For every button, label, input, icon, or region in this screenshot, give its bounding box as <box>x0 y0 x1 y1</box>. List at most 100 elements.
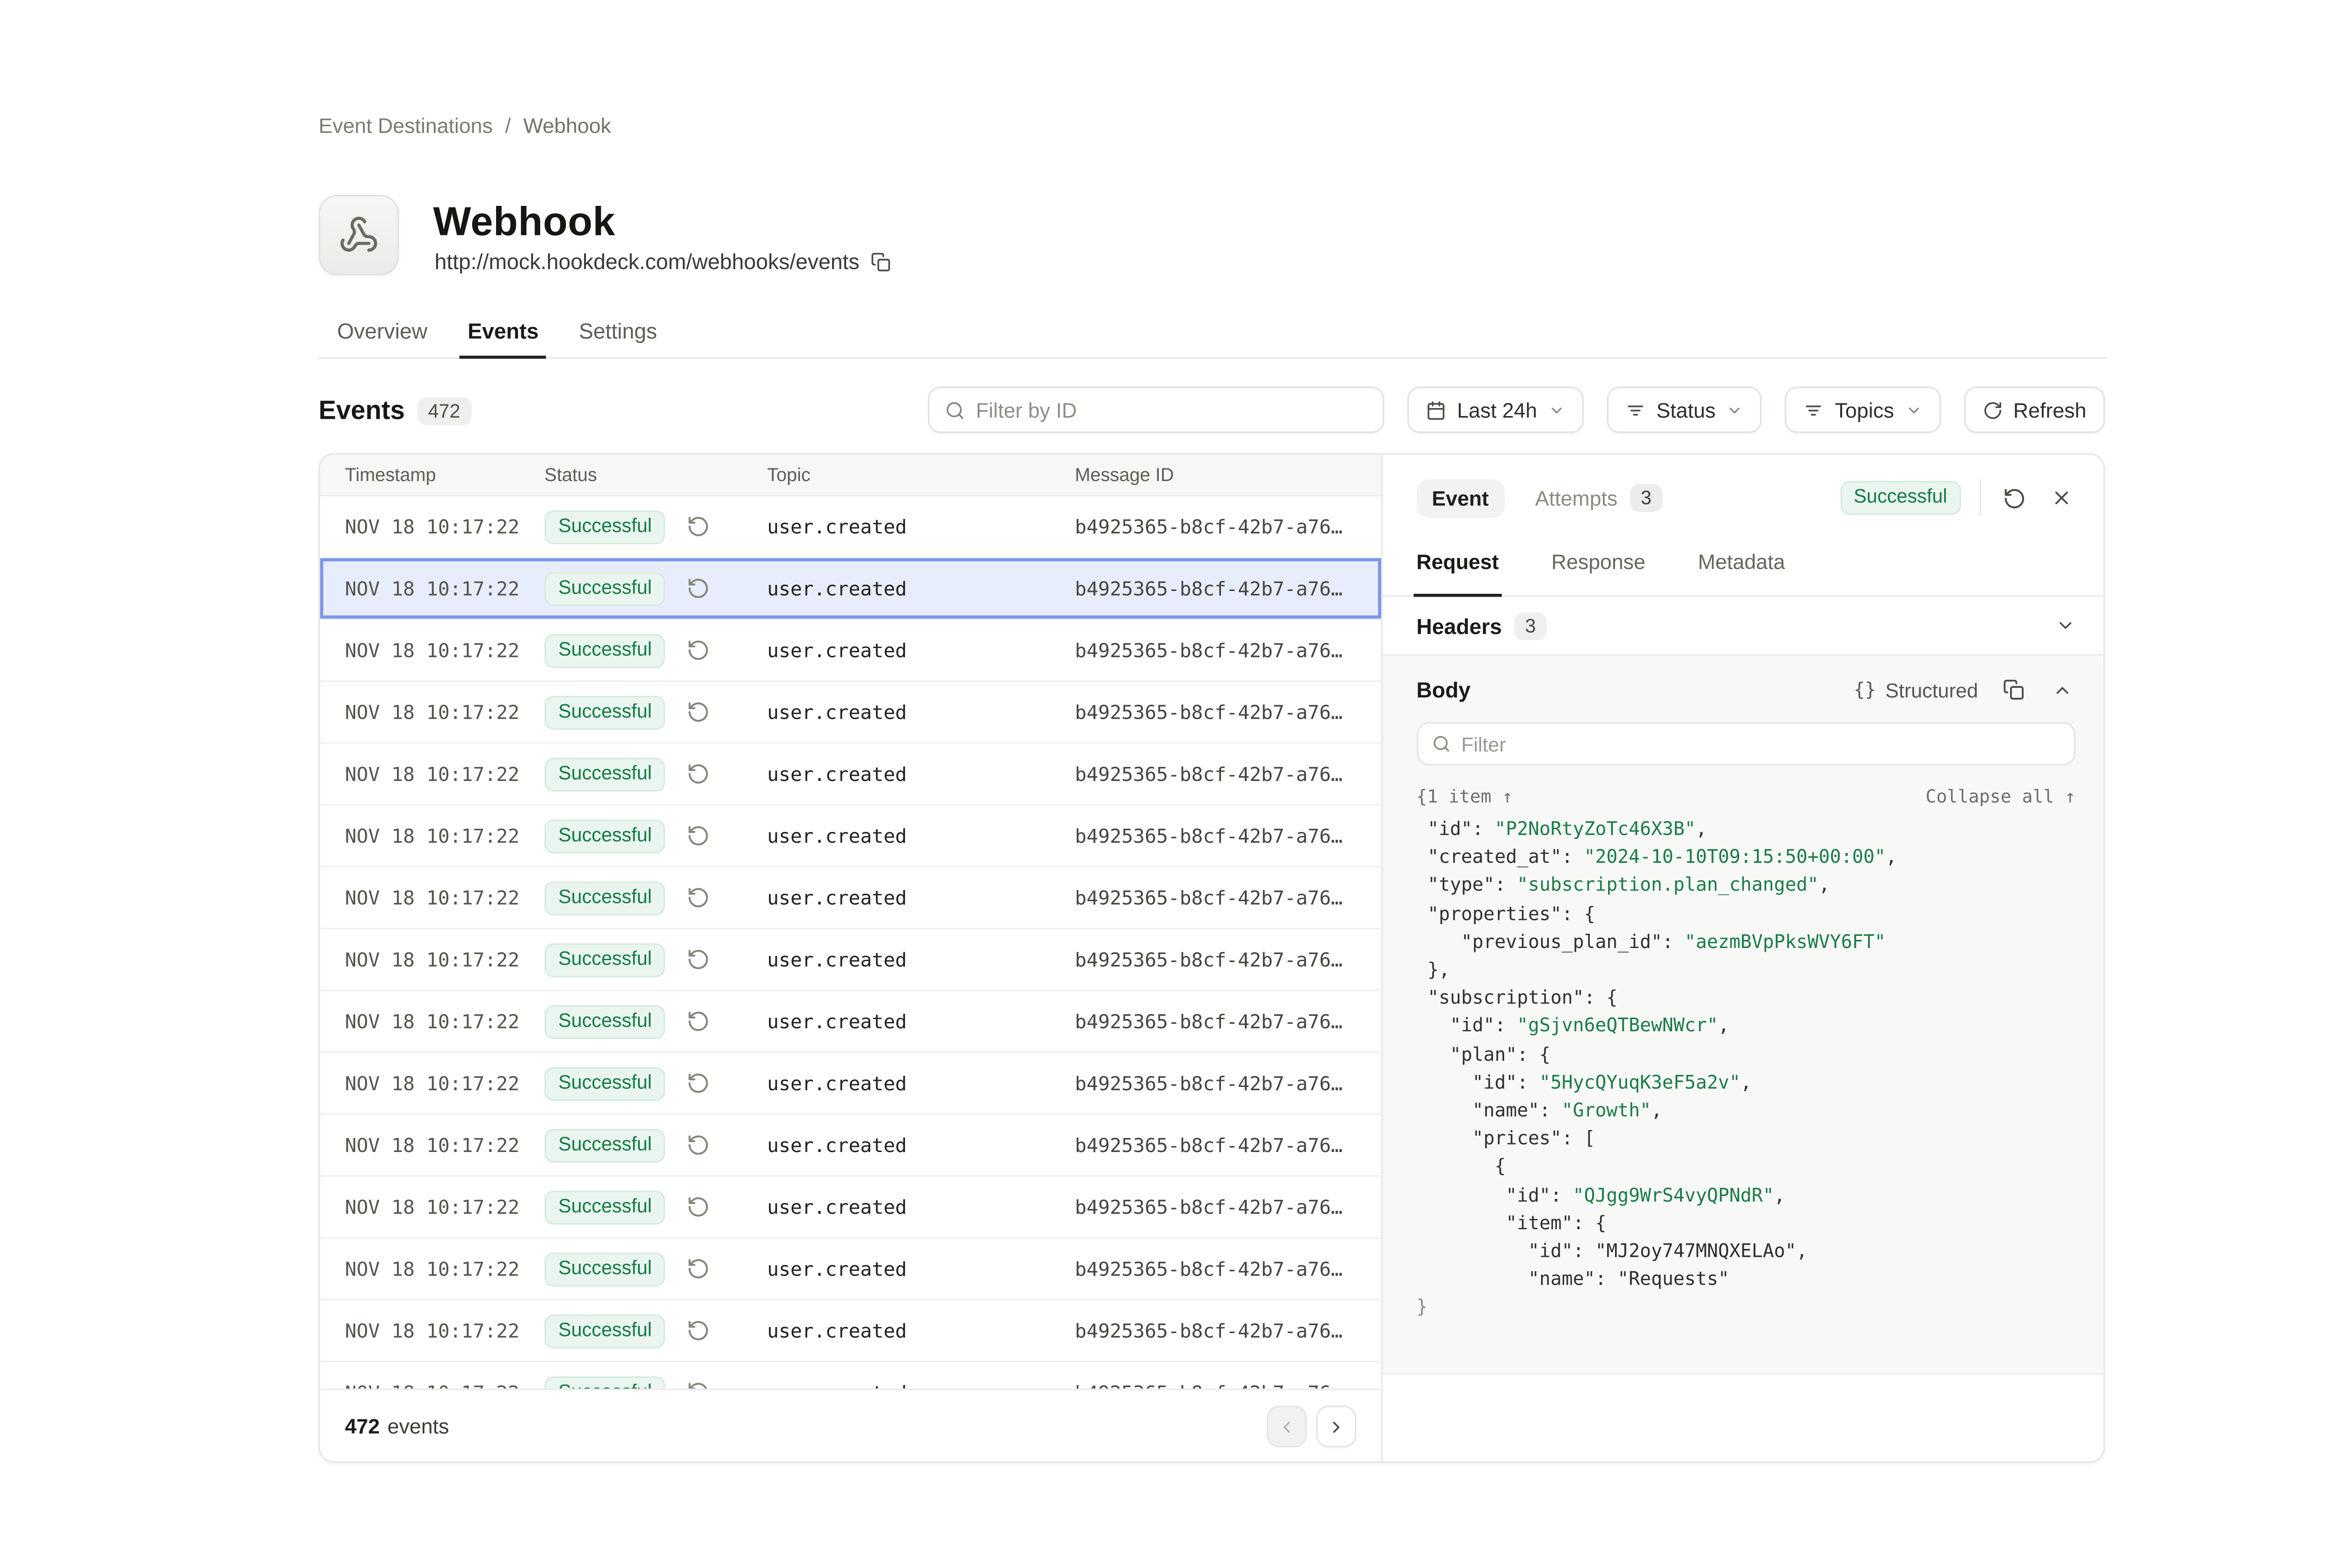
breadcrumb-event-destinations[interactable]: Event Destinations <box>319 115 493 138</box>
search-input[interactable] <box>976 398 1367 422</box>
status-filter-button[interactable]: Status <box>1607 387 1762 433</box>
table-row[interactable]: NOV 18 10:17:22 Successful user.created … <box>320 806 1381 868</box>
tab-request[interactable]: Request <box>1416 550 1499 595</box>
table-row[interactable]: NOV 18 10:17:22 Successful user.created … <box>320 682 1381 744</box>
json-line: "type": "subscription.plan_changed", <box>1416 871 2075 899</box>
table-row[interactable]: NOV 18 10:17:22 Successful user.created … <box>320 991 1381 1053</box>
breadcrumb-separator: / <box>505 115 511 138</box>
table-row[interactable]: NOV 18 10:17:22 Successful user.created … <box>320 1115 1381 1177</box>
events-table: Timestamp Status Topic Message ID NOV 18… <box>320 455 1381 1461</box>
tab-settings[interactable]: Settings <box>559 309 677 357</box>
row-message-id: b4925365-b8cf-42b7-a76… <box>1075 577 1381 600</box>
close-panel-button[interactable] <box>2048 484 2075 511</box>
retry-icon[interactable] <box>687 1257 711 1281</box>
row-timestamp: NOV 18 10:17:22 <box>320 700 544 724</box>
retry-icon[interactable] <box>687 1381 711 1389</box>
json-item-count[interactable]: {1 item ↑ <box>1416 786 1513 807</box>
row-message-id: b4925365-b8cf-42b7-a76… <box>1075 948 1381 971</box>
row-timestamp: NOV 18 10:17:22 <box>320 639 544 662</box>
footer-count-label: events <box>388 1415 449 1438</box>
json-line: } <box>1416 1293 2075 1321</box>
chevron-down-icon[interactable] <box>2055 615 2076 635</box>
retry-icon[interactable] <box>687 515 711 538</box>
table-row[interactable]: NOV 18 10:17:22 Successful user.created … <box>320 929 1381 991</box>
tab-response[interactable]: Response <box>1551 550 1645 595</box>
filter-lines-icon <box>1804 400 1824 420</box>
chevron-up-icon <box>2052 679 2072 700</box>
retry-event-button[interactable] <box>2000 483 2029 513</box>
retry-icon[interactable] <box>687 1319 711 1342</box>
topics-filter-button[interactable]: Topics <box>1785 387 1940 433</box>
status-badge: Successful <box>544 1313 665 1348</box>
retry-icon[interactable] <box>687 700 711 724</box>
tab-events[interactable]: Events <box>447 309 559 357</box>
calendar-icon <box>1426 400 1446 420</box>
row-message-id: b4925365-b8cf-42b7-a76… <box>1075 1010 1381 1033</box>
tab-metadata[interactable]: Metadata <box>1698 550 1785 595</box>
row-status: Successful <box>544 1252 767 1286</box>
tab-overview[interactable]: Overview <box>319 309 447 357</box>
row-status: Successful <box>544 1190 767 1224</box>
headers-label: Headers <box>1416 613 1502 638</box>
row-topic: user.created <box>767 639 1075 662</box>
retry-icon[interactable] <box>687 577 711 600</box>
table-row[interactable]: NOV 18 10:17:22 Successful user.created … <box>320 1177 1381 1239</box>
retry-icon[interactable] <box>687 639 711 662</box>
table-row[interactable]: NOV 18 10:17:22 Successful user.created … <box>320 1053 1381 1115</box>
col-timestamp: Timestamp <box>320 464 544 485</box>
table-row[interactable]: NOV 18 10:17:22 Successful user.created … <box>320 868 1381 929</box>
table-row[interactable]: NOV 18 10:17:22 Successful user.created … <box>320 1300 1381 1362</box>
row-message-id: b4925365-b8cf-42b7-a76… <box>1075 639 1381 662</box>
attempts-view-tab[interactable]: Attempts 3 <box>1535 484 1662 511</box>
body-section: Body {} Structured <box>1382 656 2104 1375</box>
row-timestamp: NOV 18 10:17:22 <box>320 1196 544 1219</box>
time-range-button[interactable]: Last 24h <box>1408 387 1584 433</box>
copy-url-icon[interactable] <box>870 251 891 271</box>
collapse-body-button[interactable] <box>2049 677 2076 703</box>
retry-icon[interactable] <box>687 1010 711 1033</box>
next-page-button[interactable] <box>1316 1406 1356 1447</box>
row-topic: user.created <box>767 1257 1075 1281</box>
retry-icon[interactable] <box>687 1196 711 1219</box>
prev-page-button[interactable] <box>1266 1406 1307 1447</box>
row-topic: user.created <box>767 577 1075 600</box>
webhook-app-icon <box>319 195 399 275</box>
row-message-id: b4925365-b8cf-42b7-a76… <box>1075 1072 1381 1095</box>
body-filter-box[interactable] <box>1416 722 2075 766</box>
event-view-tab[interactable]: Event <box>1416 479 1504 518</box>
retry-icon[interactable] <box>687 762 711 786</box>
filter-by-id-search[interactable] <box>928 387 1384 433</box>
row-topic: user.created <box>767 1072 1075 1095</box>
retry-icon[interactable] <box>687 948 711 971</box>
viewport: Event Destinations / Webhook Webhook htt… <box>0 0 2340 1568</box>
row-status: Successful <box>544 757 767 791</box>
row-status: Successful <box>544 1004 767 1038</box>
refresh-button[interactable]: Refresh <box>1964 387 2105 433</box>
headers-section[interactable]: Headers 3 <box>1382 597 2104 656</box>
body-filter-input[interactable] <box>1461 732 2060 756</box>
retry-icon[interactable] <box>687 1133 711 1157</box>
status-badge: Successful <box>544 942 665 977</box>
row-topic: user.created <box>767 1010 1075 1033</box>
table-footer: 472 events <box>320 1389 1381 1463</box>
row-timestamp: NOV 18 10:17:22 <box>320 886 544 910</box>
retry-icon[interactable] <box>687 824 711 847</box>
structured-toggle[interactable]: {} Structured <box>1854 678 1978 701</box>
json-body-viewer[interactable]: "id": "P2NoRtyZoTc46X3B", "created_at": … <box>1416 815 2075 1322</box>
row-message-id: b4925365-b8cf-42b7-a76… <box>1075 700 1381 724</box>
row-topic: user.created <box>767 1196 1075 1219</box>
table-row[interactable]: NOV 18 10:17:22 Successful user.created … <box>320 620 1381 682</box>
collapse-all-link[interactable]: Collapse all ↑ <box>1926 786 2076 807</box>
json-line: "item": { <box>1416 1209 2075 1237</box>
table-row[interactable]: NOV 18 10:17:22 Successful user.created … <box>320 1362 1381 1388</box>
copy-body-button[interactable] <box>2000 676 2027 703</box>
table-row[interactable]: NOV 18 10:17:22 Successful user.created … <box>320 558 1381 620</box>
table-row[interactable]: NOV 18 10:17:22 Successful user.created … <box>320 744 1381 806</box>
breadcrumb-webhook[interactable]: Webhook <box>523 115 611 138</box>
row-timestamp: NOV 18 10:17:22 <box>320 1257 544 1281</box>
retry-icon[interactable] <box>687 1072 711 1095</box>
table-row[interactable]: NOV 18 10:17:22 Successful user.created … <box>320 496 1381 558</box>
json-line: "subscription": { <box>1416 984 2075 1012</box>
retry-icon[interactable] <box>687 886 711 910</box>
table-row[interactable]: NOV 18 10:17:22 Successful user.created … <box>320 1239 1381 1300</box>
